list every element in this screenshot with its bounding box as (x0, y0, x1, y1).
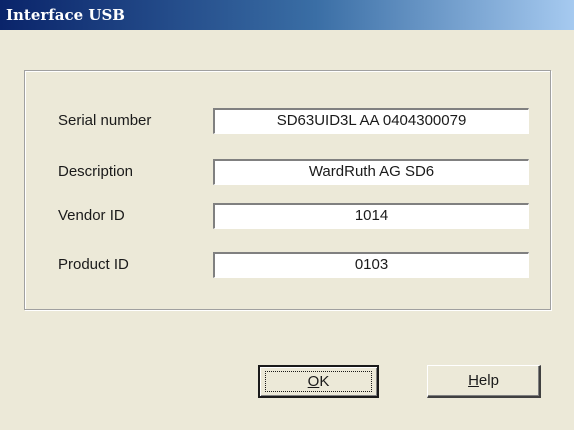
focus-rectangle (265, 371, 372, 392)
title-bar[interactable]: Interface USB (0, 0, 574, 30)
description-field[interactable]: WardRuth AG SD6 (213, 159, 529, 185)
window-title: Interface USB (6, 6, 125, 24)
help-mnemonic: H (468, 372, 479, 389)
vendor-id-label: Vendor ID (58, 207, 125, 224)
description-label: Description (58, 163, 134, 180)
usb-interface-dialog: Interface USB Serial number SD63UID3L AA… (0, 0, 574, 430)
ok-button[interactable]: OK (258, 365, 379, 398)
product-id-field[interactable]: 0103 (213, 252, 529, 278)
serial-number-field[interactable]: SD63UID3L AA 0404300079 (213, 108, 529, 134)
serial-number-label: Serial number (58, 112, 152, 129)
vendor-id-field[interactable]: 1014 (213, 203, 529, 229)
help-button[interactable]: Help (427, 365, 541, 398)
product-id-label: Product ID (58, 256, 129, 273)
help-label: elp (478, 372, 499, 389)
